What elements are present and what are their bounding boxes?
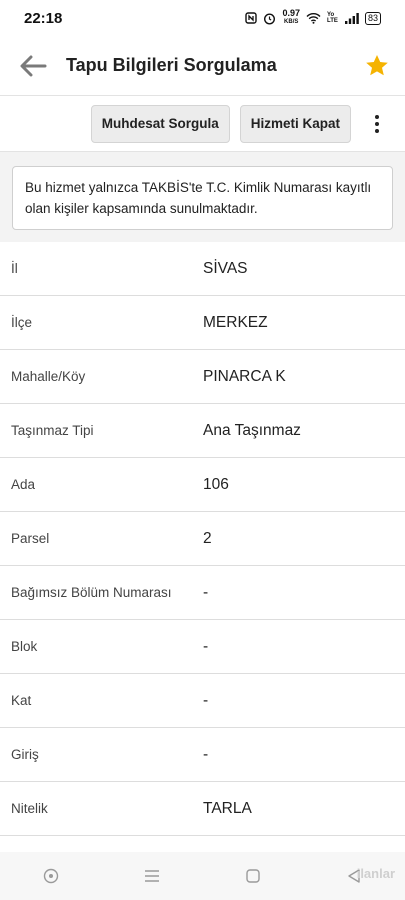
row-value: PINARCA K <box>203 367 286 385</box>
info-row-tasinmaz-tipi: Taşınmaz Tipi Ana Taşınmaz <box>0 404 405 458</box>
row-value: Ana Taşınmaz <box>203 421 301 439</box>
status-icons: 0.97 KB/S Yo LTE 83 <box>245 9 381 27</box>
info-row-bagimsiz-bolum: Bağımsız Bölüm Numarası - <box>0 566 405 620</box>
row-label: Mahalle/Köy <box>11 369 86 384</box>
wifi-icon <box>306 12 321 24</box>
row-label: Blok <box>11 639 38 654</box>
signal-icon <box>344 12 359 24</box>
info-row-parsel: Parsel 2 <box>0 512 405 566</box>
info-row-blok: Blok - <box>0 620 405 674</box>
net-speed-unit: KB/S <box>284 19 299 25</box>
row-label: Nitelik <box>11 801 48 816</box>
row-label: Parsel <box>11 531 50 546</box>
info-row-mahalle-koy: Mahalle/Köy PINARCA K <box>0 350 405 404</box>
row-value: - <box>203 745 209 763</box>
row-label: Taşınmaz Tipi <box>11 423 94 438</box>
row-value: MERKEZ <box>203 313 268 331</box>
row-value: - <box>203 583 209 601</box>
row-label: Kat <box>11 693 32 708</box>
menu-nav-icon[interactable] <box>132 861 172 891</box>
assistant-nav-icon[interactable] <box>31 861 71 891</box>
status-bar: 22:18 0.97 KB/S Yo LTE 83 <box>0 0 405 36</box>
status-time: 22:18 <box>24 9 63 27</box>
watermark: ilanlar <box>356 866 395 881</box>
row-label: İlçe <box>11 315 33 330</box>
row-label: Ada <box>11 477 36 492</box>
favorite-star-icon[interactable] <box>363 52 391 80</box>
home-nav-icon[interactable] <box>233 861 273 891</box>
system-nav-bar <box>0 852 405 900</box>
net-speed-value: 0.97 <box>282 8 300 18</box>
info-row-kat: Kat - <box>0 674 405 728</box>
page-title: Tapu Bilgileri Sorgulama <box>66 55 277 75</box>
row-label: İl <box>11 261 18 276</box>
more-options-icon[interactable] <box>365 105 389 143</box>
row-value: SİVAS <box>203 259 248 277</box>
nfc-icon <box>245 12 258 24</box>
app-bar: Tapu Bilgileri Sorgulama <box>0 36 405 96</box>
property-info-list: İl SİVAS İlçe MERKEZ Mahalle/Köy PINARCA… <box>0 242 405 836</box>
info-notice: Bu hizmet yalnızca TAKBİS'te T.C. Kimlik… <box>12 166 393 230</box>
info-row-ada: Ada 106 <box>0 458 405 512</box>
row-label: Giriş <box>11 747 39 762</box>
row-value: TARLA <box>203 799 252 817</box>
info-row-il: İl SİVAS <box>0 242 405 296</box>
info-row-giris: Giriş - <box>0 728 405 782</box>
row-value: 2 <box>203 529 212 547</box>
row-value: - <box>203 637 209 655</box>
notice-section: Bu hizmet yalnızca TAKBİS'te T.C. Kimlik… <box>0 152 405 242</box>
row-value: - <box>203 691 209 709</box>
net-speed: 0.97 KB/S <box>282 9 300 27</box>
info-row-nitelik: Nitelik TARLA <box>0 782 405 836</box>
row-label: Bağımsız Bölüm Numarası <box>11 585 172 600</box>
hizmeti-kapat-button[interactable]: Hizmeti Kapat <box>239 104 351 143</box>
back-arrow-icon[interactable] <box>16 49 50 83</box>
action-bar: Muhdesat Sorgula Hizmeti Kapat <box>0 96 405 152</box>
info-row-ilce: İlçe MERKEZ <box>0 296 405 350</box>
alarm-icon <box>263 12 276 25</box>
battery-icon: 83 <box>364 11 381 25</box>
muhdesat-sorgula-button[interactable]: Muhdesat Sorgula <box>90 104 230 143</box>
row-value: 106 <box>203 475 229 493</box>
volte-indicator: Yo LTE <box>326 12 338 24</box>
